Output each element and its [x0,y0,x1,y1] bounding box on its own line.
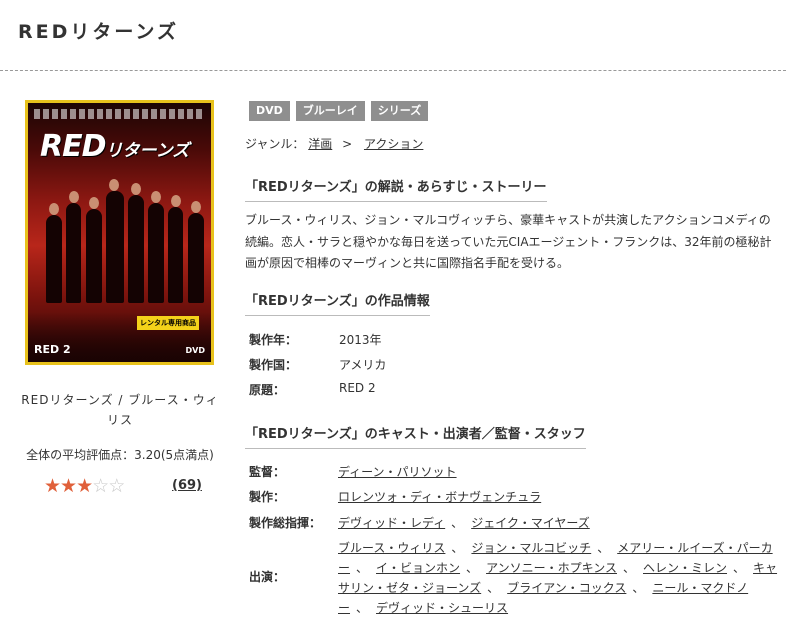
page-title: REDリターンズ [18,21,180,43]
director-link[interactable]: ディーン・パリソット [338,465,457,479]
star-empty-icon: ☆ [108,475,125,497]
cover-logo: REDリターンズ [40,129,190,164]
genre-link-action[interactable]: アクション [364,137,423,151]
cast-link[interactable]: ブルース・ウィリス [338,541,445,555]
star-empty-icon: ☆ [92,475,109,497]
product-caption: REDリターンズ / ブルース・ウィリス [21,393,219,427]
rental-badge: レンタル専用商品 [137,316,199,330]
cover-cast-figures [42,179,204,303]
genre-label: ジャンル： [245,137,305,151]
format-tags: DVD ブルーレイ シリーズ [249,101,429,121]
cast-link[interactable]: ブライアン・コックス [507,581,626,595]
star-filled-icon: ★ [44,475,61,497]
rating-stars: ★★★☆☆ [44,475,125,497]
exec-producer-link[interactable]: デヴィッド・レディ [338,516,445,530]
genre-breadcrumb: ジャンル： 洋画 > アクション [245,137,424,151]
cast-link[interactable]: イ・ビョンホン [376,561,460,575]
cast-link[interactable]: アンソニー・ホプキンス [486,561,617,575]
producer-link[interactable]: ロレンツォ・ディ・ボナヴェンチュラ [338,490,541,504]
title-divider [0,70,786,71]
cast-link[interactable]: ヘレン・ミレン [643,561,727,575]
staff-heading: 「REDリターンズ」のキャスト・出演者／監督・スタッフ [245,423,586,449]
tag-bluray: ブルーレイ [295,101,365,121]
exec-producer-link[interactable]: ジェイク・マイヤーズ [471,516,590,530]
tag-series: シリーズ [370,101,429,121]
synopsis-heading: 「REDリターンズ」の解説・あらすじ・ストーリー [245,176,547,202]
dvd-cover-image[interactable]: REDリターンズ レンタル専用商品 RED 2 DVD [25,100,214,365]
star-filled-icon: ★ [60,475,77,497]
tag-dvd: DVD [249,101,290,121]
cover-red2-label: RED 2 [34,343,71,356]
cast-link[interactable]: ジョン・マルコビッチ [471,541,591,555]
review-count-link[interactable]: (69) [172,478,202,493]
cast-label: 出演： [249,570,286,584]
cast-list: ブルース・ウィリス、ジョン・マルコビッチ、メアリー・ルイーズ・パーカー、イ・ビョ… [338,541,778,615]
info-heading: 「REDリターンズ」の作品情報 [245,290,430,316]
cover-dvd-label: DVD [185,346,205,355]
average-rating-text: 全体の平均評価点：3.20(5点満点) [26,448,214,462]
genre-link-western[interactable]: 洋画 [308,137,332,151]
synopsis-text: ブルース・ウィリス、ジョン・マルコヴィッチら、豪華キャストが共演したアクションコ… [245,213,772,270]
star-filled-icon: ★ [76,475,93,497]
cast-link[interactable]: デヴィッド・シューリス [376,601,508,615]
